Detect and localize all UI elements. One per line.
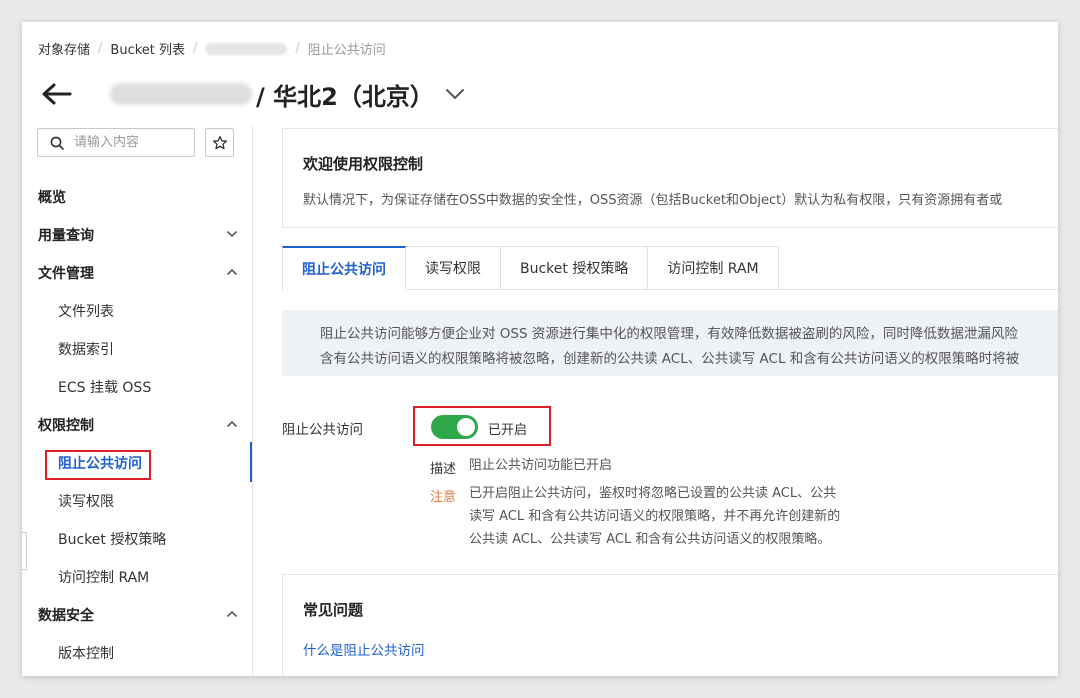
sidebar-divider	[252, 126, 253, 676]
sidebar-collapse-handle[interactable]	[22, 532, 27, 570]
favorite-button[interactable]	[205, 128, 234, 157]
description-value: 阻止公共访问功能已开启	[469, 458, 613, 473]
console-window: 对象存储 / Bucket 列表 / / 阻止公共访问 / 华北2（北京） 请输…	[22, 22, 1058, 676]
faq-panel: 常见问题 什么是阻止公共访问	[282, 574, 1058, 676]
sidebar-item-file-list[interactable]: 文件列表	[22, 292, 252, 330]
sidebar-item-usage[interactable]: 用量查询	[22, 216, 252, 254]
sidebar-item-bucket-policy[interactable]: Bucket 授权策略	[22, 520, 252, 558]
search-input[interactable]	[74, 135, 184, 150]
description-label: 描述	[430, 462, 457, 477]
note-label: 注意	[430, 490, 457, 505]
breadcrumb: 对象存储 / Bucket 列表 / / 阻止公共访问	[38, 39, 386, 58]
breadcrumb-separator: /	[295, 41, 300, 56]
sidebar-item-label: 数据安全	[38, 608, 94, 624]
sidebar-item-data-index[interactable]: 数据索引	[22, 330, 252, 368]
note-line: 公共读 ACL、公共读写 ACL 和含有公共访问语义的权限策略。	[469, 532, 831, 547]
setting-label: 阻止公共访问	[282, 422, 363, 438]
sidebar-item-versioning[interactable]: 版本控制	[22, 634, 252, 672]
breadcrumb-current: 阻止公共访问	[307, 43, 386, 58]
welcome-title: 欢迎使用权限控制	[303, 155, 424, 173]
chevron-down-icon[interactable]	[444, 87, 466, 101]
faq-title: 常见问题	[303, 601, 364, 619]
sidebar-item-label: 读写权限	[58, 494, 114, 510]
breadcrumb-bucket-list[interactable]: Bucket 列表	[110, 39, 185, 58]
note-line: 已开启阻止公共访问，鉴权时将忽略已设置的公共读 ACL、公共	[469, 486, 837, 501]
sidebar-item-label: 文件列表	[58, 304, 114, 320]
tab-block-public-access[interactable]: 阻止公共访问	[282, 246, 406, 290]
sidebar-item-overview[interactable]: 概览	[22, 178, 252, 216]
tab-ram[interactable]: 访问控制 RAM	[648, 246, 779, 290]
sidebar-item-read-write[interactable]: 读写权限	[22, 482, 252, 520]
search-icon	[50, 136, 64, 150]
sidebar-search[interactable]	[37, 128, 195, 157]
sidebar-item-label: 数据索引	[58, 342, 114, 358]
note-line: 读写 ACL 和含有公共访问语义的权限策略，并不再允许创建新的	[469, 509, 841, 524]
sidebar-item-label: Bucket 授权策略	[58, 532, 167, 548]
notice-line-2: 含有公共访问语义的权限策略将被忽略，创建新的公共读 ACL、公共读写 ACL 和…	[320, 351, 1020, 367]
main-content: 欢迎使用权限控制 默认情况下，为保证存储在OSS中数据的安全性，OSS资源（包括…	[282, 128, 1058, 676]
page-title: / 华北2（北京）	[256, 82, 434, 111]
toggle-knob	[457, 418, 475, 436]
sidebar-item-label: 权限控制	[38, 418, 94, 434]
tab-bucket-policy[interactable]: Bucket 授权策略	[501, 246, 649, 290]
star-icon	[212, 135, 227, 149]
breadcrumb-bucket-name-redacted[interactable]	[205, 42, 288, 55]
sidebar-item-label: 概览	[38, 190, 66, 206]
sidebar-item-label: 文件管理	[38, 266, 94, 282]
breadcrumb-oss[interactable]: 对象存储	[38, 39, 90, 58]
info-notice: 阻止公共访问能够方便企业对 OSS 资源进行集中化的权限管理，有效降低数据被盗刷…	[282, 310, 1058, 376]
welcome-panel: 欢迎使用权限控制 默认情况下，为保证存储在OSS中数据的安全性，OSS资源（包括…	[282, 128, 1058, 228]
sidebar-item-data-security[interactable]: 数据安全	[22, 596, 252, 634]
sidebar-item-access-control[interactable]: 权限控制	[22, 406, 252, 444]
welcome-text: 默认情况下，为保证存储在OSS中数据的安全性，OSS资源（包括Bucket和Ob…	[303, 193, 1003, 208]
sidebar: 概览 用量查询 文件管理 文件列表 数据索引 ECS 挂载 OSS 权限控制 阻…	[22, 126, 252, 676]
sidebar-item-label: ECS 挂载 OSS	[58, 380, 152, 396]
sidebar-scroll-indicator[interactable]	[250, 442, 252, 482]
tab-bar: 阻止公共访问 读写权限 Bucket 授权策略 访问控制 RAM	[282, 246, 779, 290]
block-public-access-toggle[interactable]	[431, 415, 478, 439]
chevron-up-icon	[226, 610, 238, 618]
sidebar-item-ecs-mount[interactable]: ECS 挂载 OSS	[22, 368, 252, 406]
breadcrumb-separator: /	[98, 41, 103, 56]
chevron-up-icon	[226, 420, 238, 428]
tab-read-write[interactable]: 读写权限	[406, 246, 501, 290]
bucket-name-redacted	[110, 83, 252, 105]
page-header: / 华北2（北京）	[40, 74, 466, 114]
back-arrow-icon[interactable]	[40, 82, 74, 106]
sidebar-item-label: 版本控制	[58, 646, 114, 662]
sidebar-item-label: 访问控制 RAM	[58, 570, 150, 586]
toggle-status: 已开启	[488, 423, 528, 438]
notice-line-1: 阻止公共访问能够方便企业对 OSS 资源进行集中化的权限管理，有效降低数据被盗刷…	[320, 326, 1018, 342]
sidebar-item-ram[interactable]: 访问控制 RAM	[22, 558, 252, 596]
breadcrumb-separator: /	[193, 41, 198, 56]
sidebar-item-file-management[interactable]: 文件管理	[22, 254, 252, 292]
faq-link[interactable]: 什么是阻止公共访问	[303, 639, 425, 659]
highlight-box	[45, 450, 151, 480]
sidebar-item-label: 用量查询	[38, 228, 94, 244]
chevron-down-icon	[226, 230, 238, 238]
chevron-up-icon	[226, 268, 238, 276]
